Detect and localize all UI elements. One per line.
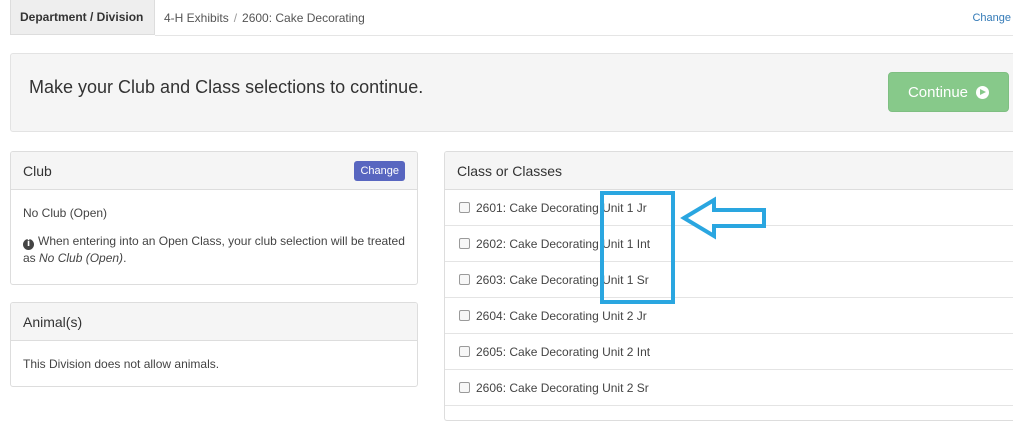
classes-panel-header: Class or Classes (445, 152, 1013, 190)
breadcrumb-department: 4-H Exhibits (164, 11, 229, 25)
class-option[interactable]: 2605: Cake Decorating Unit 2 Int (445, 334, 1013, 370)
class-checkbox[interactable] (459, 310, 470, 321)
selection-prompt: Make your Club and Class selections to c… (10, 53, 1013, 132)
class-checkbox[interactable] (459, 202, 470, 213)
animals-panel-body: This Division does not allow animals. (11, 341, 417, 381)
breadcrumb: Department / Division 4-H Exhibits / 2600:… (0, 0, 1013, 36)
club-panel-title: Club (23, 163, 52, 179)
class-label: 2605: Cake Decorating Unit 2 Int (476, 344, 651, 359)
class-label: 2606: Cake Decorating Unit 2 Sr (476, 380, 649, 395)
club-panel: Club Change No Club (Open) i When enterin… (10, 151, 418, 285)
class-checkbox[interactable] (459, 274, 470, 285)
animals-message: This Division does not allow animals. (23, 357, 220, 371)
class-label: 2604: Cake Decorating Unit 2 Jr (476, 308, 647, 323)
club-panel-body: No Club (Open) i When entering into an Op… (11, 190, 417, 277)
open-class-note: i When entering into an Open Class, your … (23, 233, 405, 267)
animals-panel-title: Animal(s) (23, 314, 83, 330)
info-circle-icon: i (23, 239, 34, 250)
continue-label: Continue (907, 83, 969, 101)
change-division-link[interactable]: Change (972, 12, 1011, 24)
class-option[interactable]: 2603: Cake Decorating Unit 1 Sr (445, 262, 1013, 298)
class-checkbox[interactable] (459, 346, 470, 357)
change-club-button[interactable]: Change (354, 161, 405, 181)
breadcrumb-label: Department / Division (10, 0, 155, 35)
annotation-highlight-box (600, 191, 675, 304)
arrow-circle-right-icon (976, 85, 990, 99)
class-option[interactable]: 2604: Cake Decorating Unit 2 Jr (445, 298, 1013, 334)
note-emphasis: No Club (Open) (39, 251, 124, 265)
breadcrumb-separator: / (233, 11, 238, 25)
club-panel-header: Club Change (11, 152, 417, 190)
left-arrow-icon (680, 196, 766, 240)
class-option[interactable]: 2606: Cake Decorating Unit 2 Sr (445, 370, 1013, 406)
breadcrumb-divider (155, 35, 1013, 36)
class-checkbox[interactable] (459, 382, 470, 393)
note-suffix: . (123, 251, 127, 265)
breadcrumb-path: 4-H Exhibits / 2600: Cake Decorating (164, 11, 365, 25)
selected-club: No Club (Open) (23, 206, 108, 220)
breadcrumb-division: 2600: Cake Decorating (242, 11, 365, 25)
continue-button[interactable]: Continue (888, 72, 1009, 112)
classes-panel-title: Class or Classes (457, 163, 563, 179)
prompt-message: Make your Club and Class selections to c… (29, 77, 424, 97)
animals-panel-header: Animal(s) (11, 303, 417, 341)
class-checkbox[interactable] (459, 238, 470, 249)
animals-panel: Animal(s) This Division does not allow a… (10, 302, 418, 387)
classes-panel: Class or Classes 2601: Cake Decorating U… (444, 151, 1013, 421)
